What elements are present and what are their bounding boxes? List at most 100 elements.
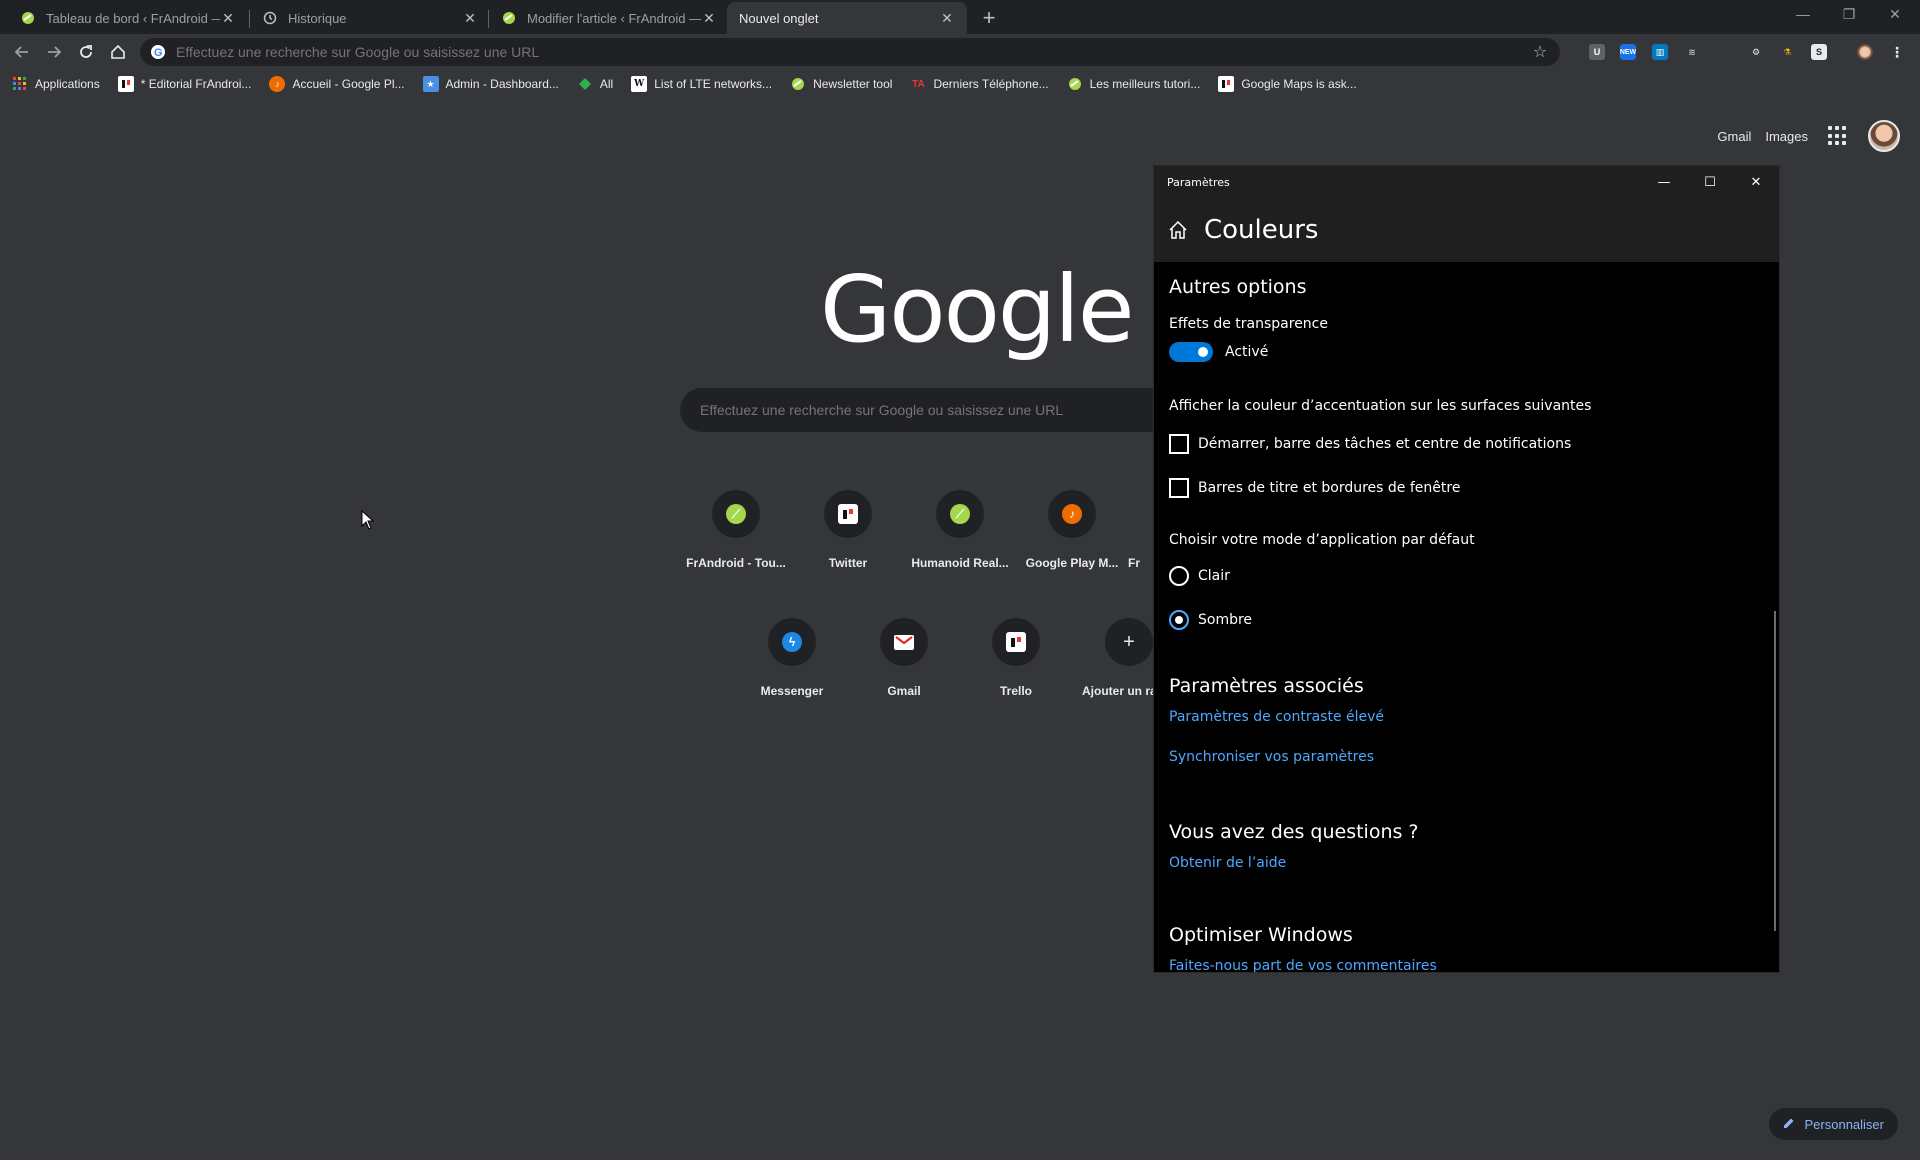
profile-avatar-icon[interactable] [1857,44,1873,60]
settings-content: Autres options Effets de transparence Ac… [1154,262,1779,972]
bookmark-google-maps[interactable]: Google Maps is ask... [1218,76,1357,92]
radio-dark-label: Sombre [1198,612,1253,628]
shortcut-tile-gmail[interactable]: Gmail [848,602,960,714]
tab-tableau-de-bord[interactable]: Tableau de bord ‹ FrAndroid — W ✕ [8,2,248,34]
extension-shield-icon[interactable]: U [1589,44,1605,60]
checkbox-start-label: Démarrer, barre des tâches et centre de … [1198,436,1572,452]
tab-strip: Tableau de bord ‹ FrAndroid — W ✕ Histor… [0,0,1920,34]
tile-icon-circle: ϟ [768,618,816,666]
tab-title: Nouvel onglet [739,10,819,26]
omnibox[interactable]: G ☆ [140,38,1560,66]
radio-light-row[interactable]: Clair [1169,566,1230,586]
home-icon[interactable] [1168,220,1188,240]
reload-icon[interactable] [74,40,98,64]
bookmark-editorial[interactable]: * Editorial FrAndroi... [117,76,251,92]
bookmark-newsletter-tool[interactable]: Newsletter tool [790,76,892,92]
account-avatar[interactable] [1868,120,1900,152]
bookmark-label: All [599,77,614,91]
tile-icon-circle [992,618,1040,666]
feedly-icon [577,76,593,92]
menu-kebab-icon[interactable]: ⋮ [1889,44,1905,60]
customize-button[interactable]: Personnaliser [1768,1108,1898,1140]
tab-title: Tableau de bord ‹ FrAndroid — W [46,10,220,26]
bookmark-admin-dashboard[interactable]: ★ Admin - Dashboard... [422,76,559,92]
new-tab-button[interactable]: + [976,5,1002,31]
shortcut-tile-humanoid[interactable]: ⟋ Humanoid Real... [904,474,1016,586]
mouse-cursor-icon [361,509,375,535]
shortcut-tile-frandroid[interactable]: ⟋ FrAndroid - Tou... [680,474,792,586]
tile-label: Trello [999,684,1032,698]
trello-icon [838,504,858,524]
tab-historique[interactable]: Historique ✕ [250,2,490,34]
feedback-link[interactable]: Faites-nous part de vos commentaires [1169,958,1437,972]
shortcut-tile-partial[interactable]: Fr [1128,474,1153,586]
checkbox-start[interactable] [1169,434,1189,454]
tile-label: Gmail [887,684,921,698]
extension-trello-icon[interactable]: ▥ [1652,44,1668,60]
shortcut-tile-trello[interactable]: Trello [960,602,1072,714]
close-window-icon[interactable]: ✕ [1872,0,1918,30]
radio-dark-row[interactable]: Sombre [1169,610,1252,630]
radio-dark[interactable] [1169,610,1189,630]
settings-close-icon[interactable]: ✕ [1733,166,1779,198]
transparency-toggle-row[interactable]: Activé [1169,342,1268,362]
settings-scrollbar[interactable] [1774,611,1776,931]
shortcut-tile-google-play-music[interactable]: ♪ Google Play M... [1016,474,1128,586]
shortcut-tile-twitter[interactable]: Twitter [792,474,904,586]
other-options-heading: Autres options [1169,276,1307,298]
checkbox-titlebars-row[interactable]: Barres de titre et bordures de fenêtre [1169,478,1460,498]
close-icon[interactable]: ✕ [701,10,717,26]
history-icon [262,10,278,26]
bookmark-accueil-google-play[interactable]: ♪ Accueil - Google Pl... [269,76,405,92]
bookmark-meilleurs-tutoriels[interactable]: Les meilleurs tutori... [1067,76,1200,92]
shortcut-tile-messenger[interactable]: ϟ Messenger [736,602,848,714]
google-apps-icon[interactable] [1828,126,1848,146]
shortcut-tile-add[interactable]: + Ajouter un ra [1072,602,1153,714]
close-icon[interactable]: ✕ [939,10,955,26]
gmail-icon [894,634,914,650]
messenger-icon: ϟ [782,632,802,652]
extension-flask-icon[interactable]: ⚗ [1779,44,1795,60]
forward-arrow-icon[interactable] [42,40,66,64]
high-contrast-link[interactable]: Paramètres de contraste élevé [1169,709,1384,725]
sync-settings-link[interactable]: Synchroniser vos paramètres [1169,749,1374,765]
bookmark-star-icon[interactable]: ☆ [1528,42,1552,62]
close-icon[interactable]: ✕ [462,10,478,26]
trello-icon [117,76,134,92]
extension-new-icon[interactable]: NEW [1620,44,1636,60]
customize-label: Personnaliser [1804,1116,1885,1132]
extension-gear-icon[interactable]: ⚙ [1748,44,1764,60]
images-link[interactable]: Images [1765,129,1808,144]
get-help-link[interactable]: Obtenir de l’aide [1169,855,1286,871]
checkbox-titlebars[interactable] [1169,478,1189,498]
transparency-toggle[interactable] [1169,342,1213,362]
omnibox-input[interactable] [176,44,1528,60]
checkbox-start-row[interactable]: Démarrer, barre des tâches et centre de … [1169,434,1571,454]
bookmark-all[interactable]: All [577,76,613,92]
restore-icon[interactable]: ❐ [1826,0,1872,30]
tab-nouvel-onglet[interactable]: Nouvel onglet ✕ [727,2,967,34]
extension-buffer-icon[interactable]: ≋ [1684,44,1700,60]
bookmark-label: List of LTE networks... [654,77,773,91]
bookmark-derniers-telephones[interactable]: TA Derniers Téléphone... [910,76,1048,92]
trello-icon [1218,76,1235,92]
close-icon[interactable]: ✕ [220,10,236,26]
radio-light[interactable] [1169,566,1189,586]
tile-icon-circle [824,490,872,538]
minimize-icon[interactable]: — [1780,0,1826,30]
back-arrow-icon[interactable] [10,40,34,64]
settings-page-title: Couleurs [1204,215,1319,245]
settings-maximize-icon[interactable]: ☐ [1687,166,1733,198]
app-mode-label: Choisir votre mode d’application par déf… [1169,532,1475,548]
home-icon[interactable] [106,40,130,64]
bookmark-applications[interactable]: Applications [12,76,100,92]
settings-minimize-icon[interactable]: — [1641,166,1687,198]
bookmark-lte-networks[interactable]: W List of LTE networks... [631,76,772,92]
gmail-link[interactable]: Gmail [1717,129,1751,144]
extension-s-icon[interactable]: S [1811,44,1827,60]
tile-label: Google Play M... [1025,556,1119,570]
tab-modifier-article[interactable]: Modifier l'article ‹ FrAndroid — W ✕ [489,2,729,34]
tab-title: Historique [288,10,347,26]
bookmark-label: Derniers Téléphone... [933,77,1049,91]
tile-icon-circle: ⟋ [936,490,984,538]
